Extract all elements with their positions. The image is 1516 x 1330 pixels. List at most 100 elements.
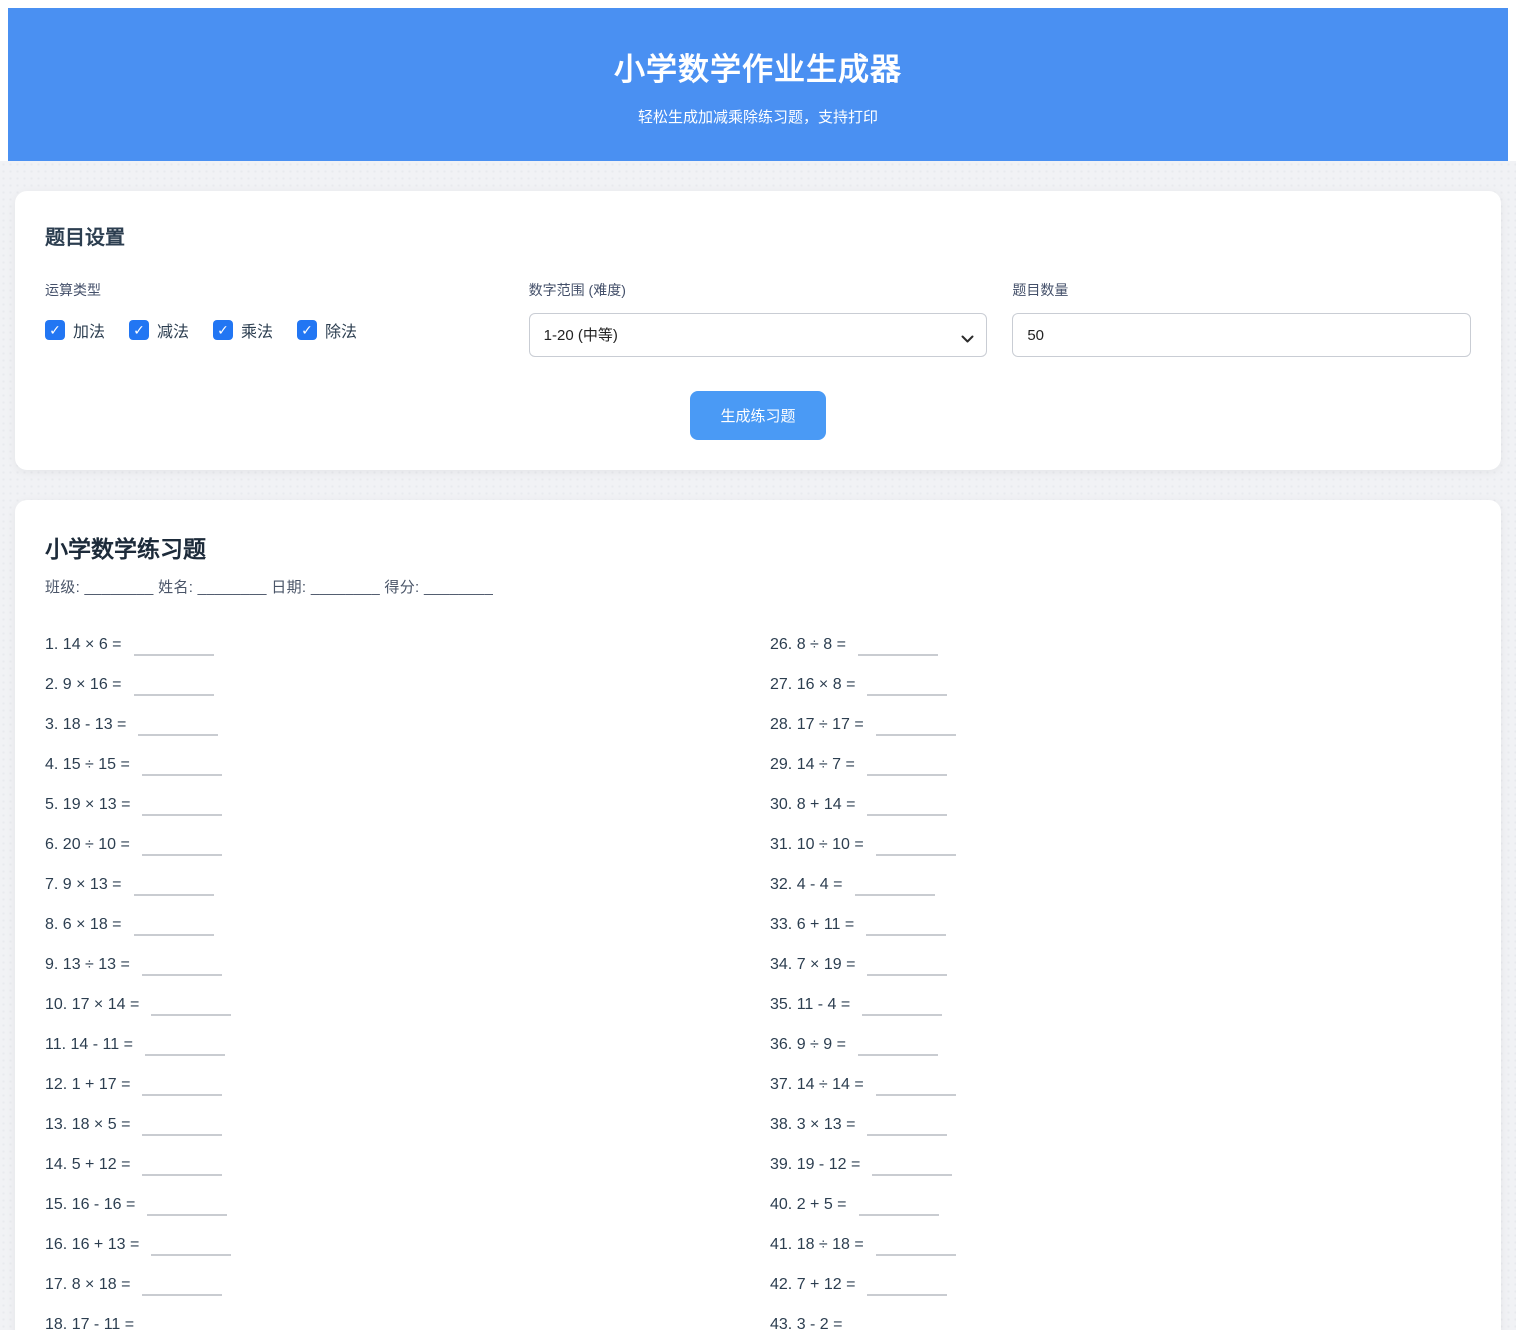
problem-item: 15. 16 - 16 = [45, 1185, 746, 1225]
operation-checkbox[interactable]: ✓ 减法 [129, 318, 189, 342]
problem-item: 5. 19 × 13 = [45, 785, 746, 825]
operation-label: 除法 [325, 318, 357, 342]
problem-text: 40. 2 + 5 = [770, 1196, 847, 1214]
range-label: 数字范围 (难度) [529, 280, 988, 300]
operation-checkbox[interactable]: ✓ 除法 [297, 318, 357, 342]
count-field: 题目数量 [1012, 280, 1471, 357]
problem-text: 7. 9 × 13 = [45, 876, 122, 894]
problem-text: 4. 15 ÷ 15 = [45, 756, 130, 774]
problem-text: 14. 5 + 12 = [45, 1156, 130, 1174]
problem-item: 9. 13 ÷ 13 = [45, 945, 746, 985]
problem-text: 18. 17 - 11 = [45, 1316, 134, 1330]
problem-item: 36. 9 ÷ 9 = [770, 1025, 1471, 1065]
answer-line [142, 964, 222, 976]
operations-field: 运算类型 ✓ 加法 ✓ 减法 [45, 280, 504, 357]
operation-checkbox[interactable]: ✓ 加法 [45, 318, 105, 342]
operation-label: 减法 [157, 318, 189, 342]
operations-label: 运算类型 [45, 280, 504, 300]
problem-item: 11. 14 - 11 = [45, 1025, 746, 1065]
problem-item: 10. 17 × 14 = [45, 985, 746, 1025]
problem-item: 4. 15 ÷ 15 = [45, 745, 746, 785]
problem-text: 41. 18 ÷ 18 = [770, 1236, 864, 1254]
problem-item: 38. 3 × 13 = [770, 1105, 1471, 1145]
answer-line [134, 684, 214, 696]
checked-checkbox-icon[interactable]: ✓ [213, 320, 233, 340]
problem-item: 42. 7 + 12 = [770, 1265, 1471, 1305]
problem-text: 16. 16 + 13 = [45, 1236, 139, 1254]
answer-line [862, 1004, 942, 1016]
problem-item: 40. 2 + 5 = [770, 1185, 1471, 1225]
problem-text: 12. 1 + 17 = [45, 1076, 130, 1094]
problem-text: 9. 13 ÷ 13 = [45, 956, 130, 974]
problem-item: 32. 4 - 4 = [770, 865, 1471, 905]
answer-line [876, 724, 956, 736]
answer-line [142, 844, 222, 856]
problem-item: 31. 10 ÷ 10 = [770, 825, 1471, 865]
problem-item: 17. 8 × 18 = [45, 1265, 746, 1305]
problem-text: 30. 8 + 14 = [770, 796, 855, 814]
problem-item: 37. 14 ÷ 14 = [770, 1065, 1471, 1105]
problem-text: 42. 7 + 12 = [770, 1276, 855, 1294]
answer-line [867, 764, 947, 776]
problem-item: 33. 6 + 11 = [770, 905, 1471, 945]
answer-line [151, 1244, 231, 1256]
problem-text: 43. 3 - 2 = [770, 1316, 843, 1330]
problem-text: 15. 16 - 16 = [45, 1196, 135, 1214]
answer-line [855, 884, 935, 896]
problem-item: 16. 16 + 13 = [45, 1225, 746, 1265]
answer-line [867, 804, 947, 816]
answer-line [867, 684, 947, 696]
checked-checkbox-icon[interactable]: ✓ [297, 320, 317, 340]
app-subtitle: 轻松生成加减乘除练习题，支持打印 [8, 106, 1508, 127]
problem-item: 14. 5 + 12 = [45, 1145, 746, 1185]
operation-checkbox[interactable]: ✓ 乘法 [213, 318, 273, 342]
answer-line [142, 804, 222, 816]
problem-text: 10. 17 × 14 = [45, 996, 139, 1014]
problem-item: 1. 14 × 6 = [45, 625, 746, 665]
problem-item: 26. 8 ÷ 8 = [770, 625, 1471, 665]
problem-text: 36. 9 ÷ 9 = [770, 1036, 846, 1054]
operation-label: 加法 [73, 318, 105, 342]
problem-text: 2. 9 × 16 = [45, 676, 122, 694]
problem-item: 27. 16 × 8 = [770, 665, 1471, 705]
answer-line [134, 924, 214, 936]
answer-line [855, 1324, 935, 1330]
page-header: 小学数学作业生成器 轻松生成加减乘除练习题，支持打印 [8, 8, 1508, 161]
count-input[interactable] [1012, 313, 1471, 357]
problems-column-right: 26. 8 ÷ 8 = 27. 16 × 8 = 28. 17 ÷ 17 = [770, 625, 1471, 1330]
problem-item: 39. 19 - 12 = [770, 1145, 1471, 1185]
problem-text: 26. 8 ÷ 8 = [770, 636, 846, 654]
problem-item: 2. 9 × 16 = [45, 665, 746, 705]
checked-checkbox-icon[interactable]: ✓ [45, 320, 65, 340]
generate-button[interactable]: 生成练习题 [690, 391, 825, 440]
worksheet-title: 小学数学练习题 [45, 530, 1471, 564]
operation-label: 乘法 [241, 318, 273, 342]
page-content: 题目设置 运算类型 ✓ 加法 ✓ 减法 [0, 161, 1516, 1330]
answer-line [872, 1164, 952, 1176]
problem-text: 17. 8 × 18 = [45, 1276, 130, 1294]
answer-line [867, 1284, 947, 1296]
answer-line [858, 644, 938, 656]
problem-item: 3. 18 - 13 = [45, 705, 746, 745]
problem-text: 37. 14 ÷ 14 = [770, 1076, 864, 1094]
problem-text: 31. 10 ÷ 10 = [770, 836, 864, 854]
answer-line [142, 764, 222, 776]
range-select[interactable]: 1-20 (中等) [529, 313, 988, 357]
problem-text: 29. 14 ÷ 7 = [770, 756, 855, 774]
button-row: 生成练习题 [45, 391, 1471, 440]
answer-line [138, 724, 218, 736]
answer-line [151, 1004, 231, 1016]
problem-text: 34. 7 × 19 = [770, 956, 855, 974]
problem-item: 28. 17 ÷ 17 = [770, 705, 1471, 745]
problem-text: 28. 17 ÷ 17 = [770, 716, 864, 734]
answer-line [145, 1044, 225, 1056]
problem-text: 6. 20 ÷ 10 = [45, 836, 130, 854]
operations-checkbox-group: ✓ 加法 ✓ 减法 ✓ 乘法 [45, 318, 504, 342]
answer-line [142, 1124, 222, 1136]
answer-line [876, 1244, 956, 1256]
settings-grid: 运算类型 ✓ 加法 ✓ 减法 [45, 280, 1471, 357]
problem-text: 38. 3 × 13 = [770, 1116, 855, 1134]
answer-line [858, 1044, 938, 1056]
checked-checkbox-icon[interactable]: ✓ [129, 320, 149, 340]
problem-text: 3. 18 - 13 = [45, 716, 126, 734]
